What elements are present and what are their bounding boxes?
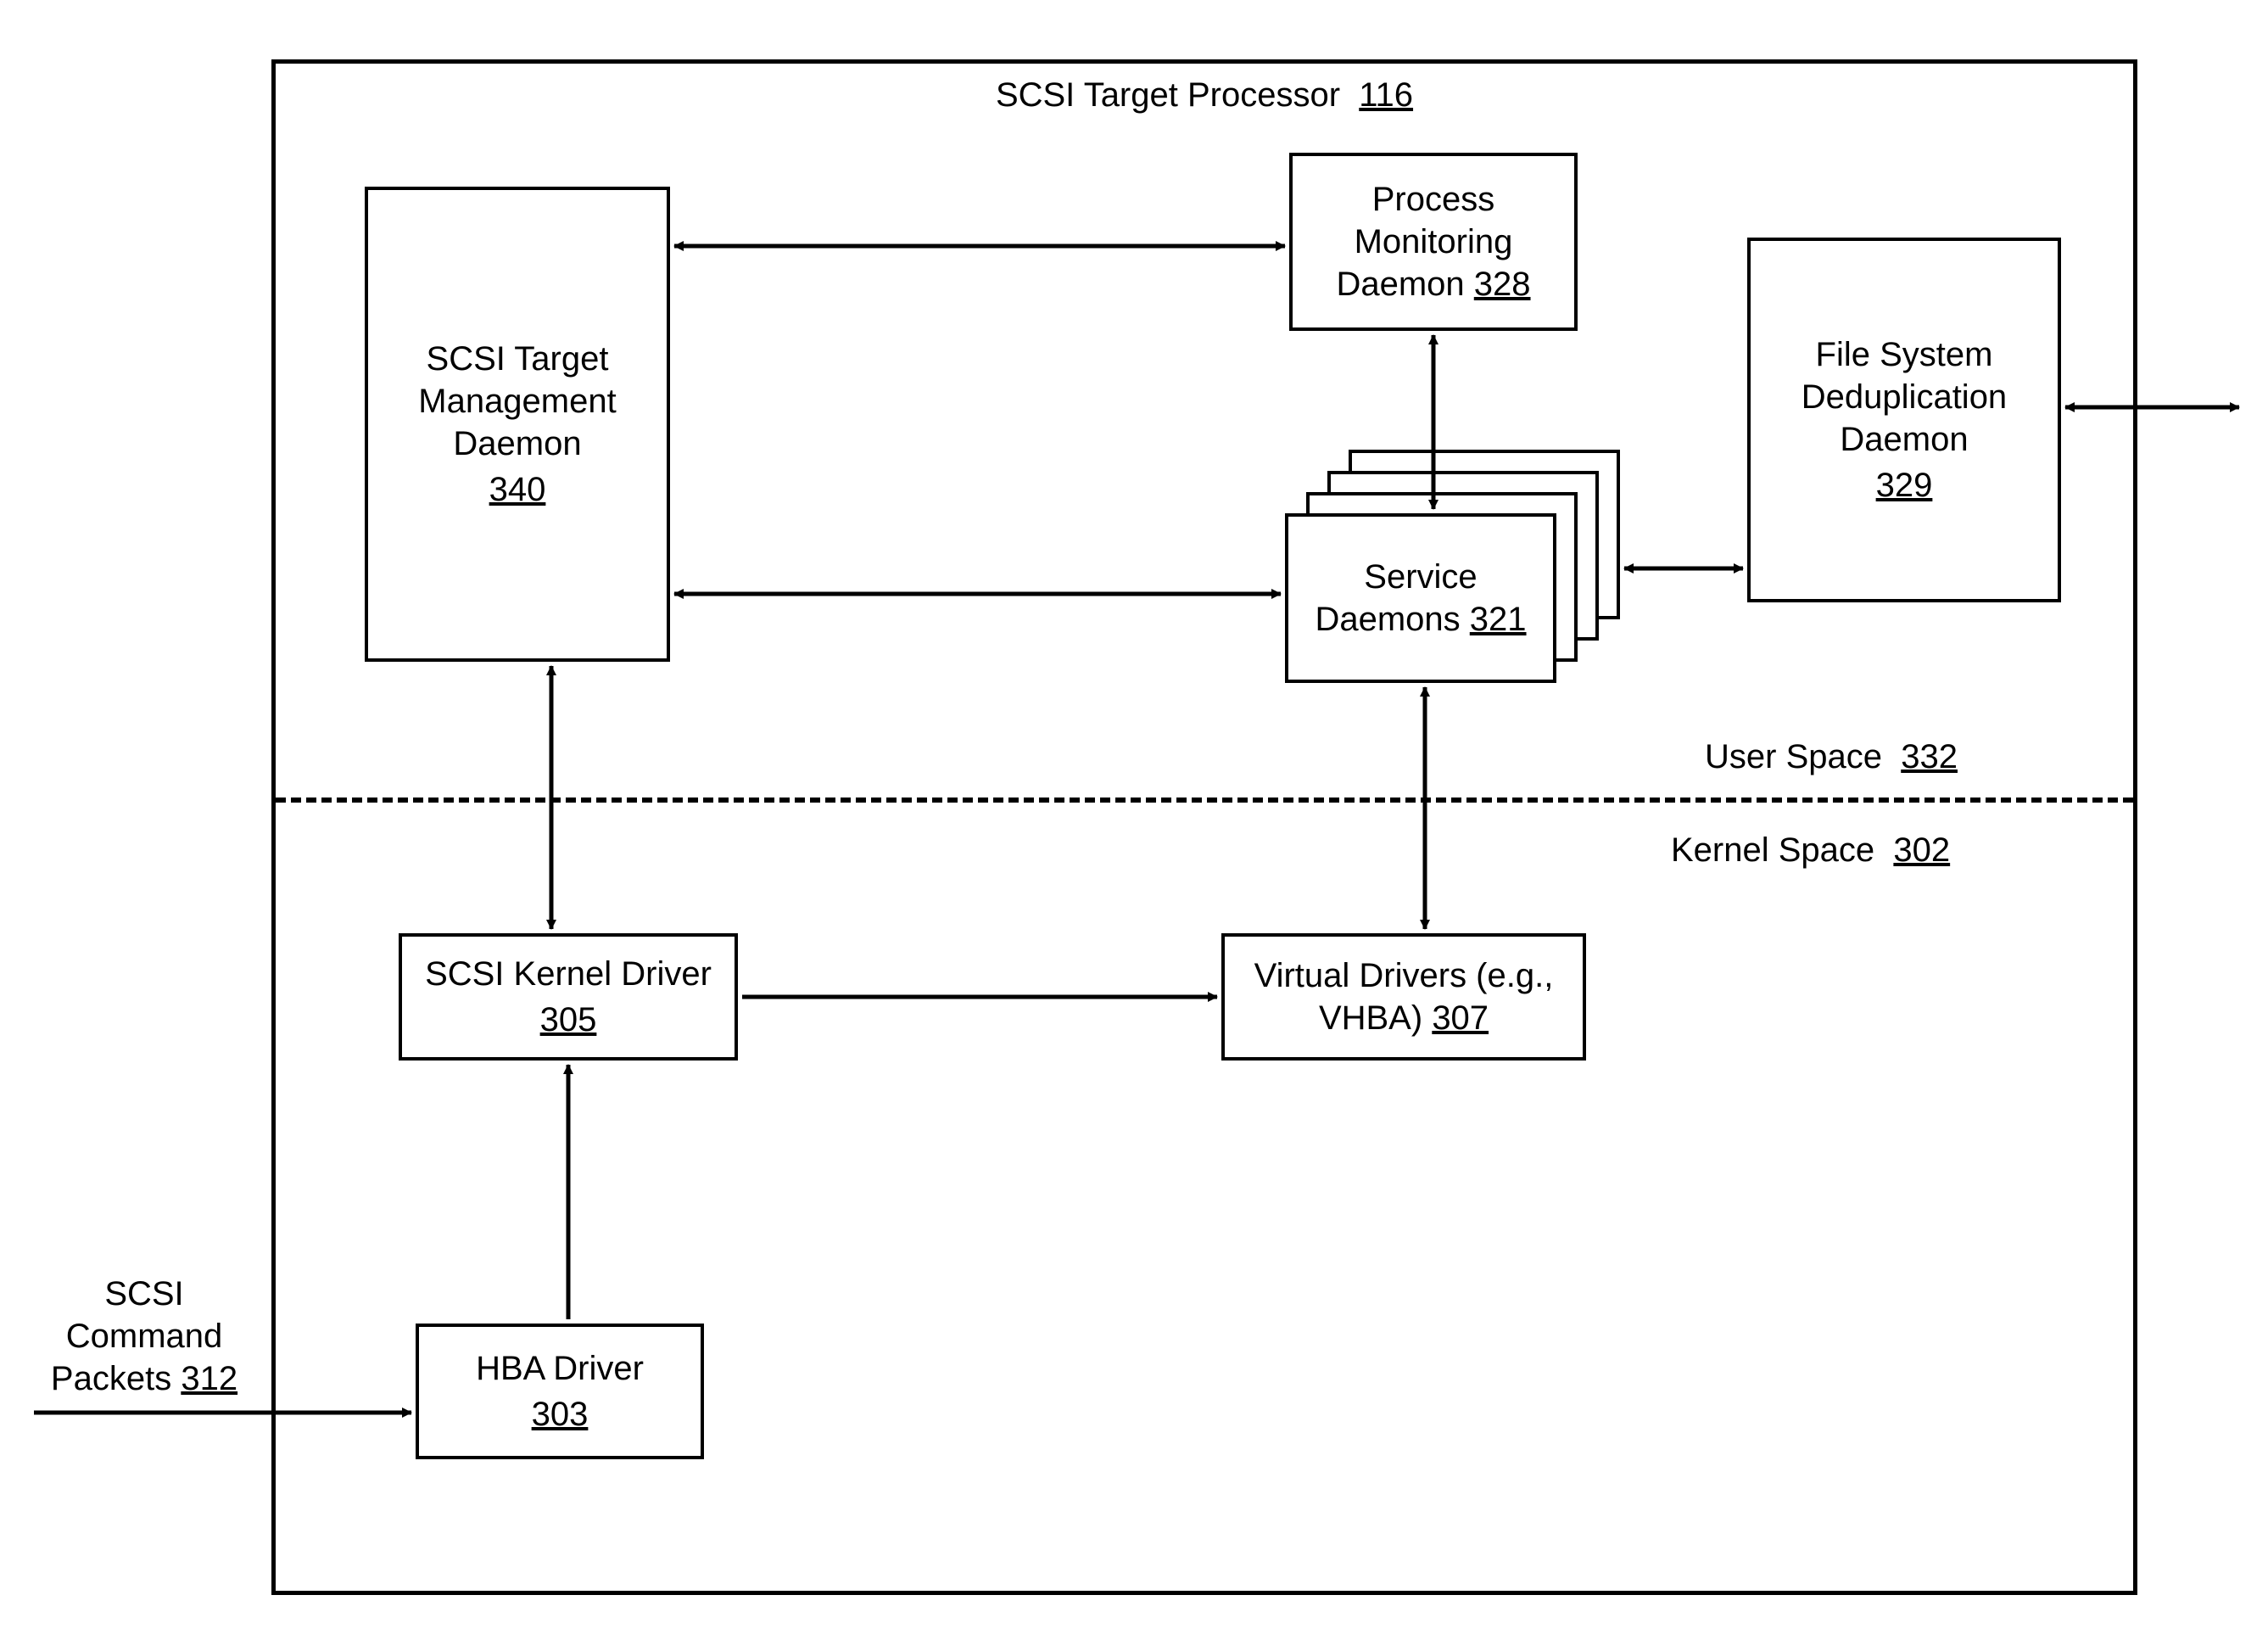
- hba-ref: 303: [532, 1393, 589, 1436]
- fsdedupe-line3: Daemon: [1840, 418, 1968, 461]
- fsdedupe-line2: Deduplication: [1802, 376, 2007, 418]
- fsdedupe-line1: File System: [1816, 333, 1993, 376]
- box-scsi-kernel: SCSI Kernel Driver 305: [399, 933, 738, 1061]
- hba-line1: HBA Driver: [476, 1347, 644, 1390]
- procmon-line1: Process: [1372, 178, 1495, 221]
- svc-line1: Service: [1364, 556, 1477, 598]
- procmon-line2: Monitoring: [1355, 221, 1513, 263]
- virt-ref: 307: [1432, 999, 1489, 1037]
- procmon-ref: 328: [1474, 266, 1531, 303]
- box-hba-driver: HBA Driver 303: [416, 1324, 704, 1459]
- user-space-text: User Space: [1705, 738, 1882, 775]
- frame-title-ref: 116: [1359, 76, 1413, 114]
- svc-line2: Daemons: [1315, 601, 1460, 638]
- scsi-packets-label: SCSI Command Packets 312: [47, 1273, 242, 1400]
- kernel-space-text: Kernel Space: [1671, 831, 1874, 869]
- box-svc-daemons: Service Daemons 321: [1285, 513, 1556, 683]
- space-separator: [276, 798, 2133, 803]
- scsi-ref: 312: [181, 1360, 237, 1397]
- kernel-space-label: Kernel Space 302: [1671, 831, 1950, 870]
- scsikernel-ref: 305: [540, 999, 597, 1041]
- box-fs-dedupe: File System Deduplication Daemon 329: [1747, 238, 2061, 602]
- box-mgmt-daemon: SCSI Target Management Daemon 340: [365, 187, 670, 662]
- box-proc-mon: Process Monitoring Daemon 328: [1289, 153, 1578, 331]
- user-space-ref: 332: [1901, 738, 1958, 775]
- frame-title-text: SCSI Target Processor: [996, 76, 1340, 114]
- scsi-line1: SCSI: [104, 1275, 183, 1312]
- procmon-line3: Daemon: [1336, 266, 1464, 303]
- box-virt-drivers: Virtual Drivers (e.g., VHBA) 307: [1221, 933, 1586, 1061]
- diagram-canvas: SCSI Target Processor 116 User Space 332…: [0, 0, 2268, 1651]
- mgmt-line2: Management: [418, 380, 616, 423]
- mgmt-ref: 340: [489, 468, 546, 511]
- virt-line2: VHBA): [1319, 999, 1422, 1037]
- scsikernel-line1: SCSI Kernel Driver: [425, 953, 712, 995]
- svc-ref: 321: [1470, 601, 1527, 638]
- mgmt-line3: Daemon: [453, 423, 581, 465]
- frame-title: SCSI Target Processor 116: [950, 76, 1459, 115]
- mgmt-line1: SCSI Target: [427, 338, 609, 380]
- kernel-space-ref: 302: [1893, 831, 1950, 869]
- scsi-line3: Packets: [51, 1360, 171, 1397]
- user-space-label: User Space 332: [1705, 738, 1958, 776]
- virt-line1: Virtual Drivers (e.g.,: [1254, 954, 1554, 997]
- scsi-line2: Command: [66, 1318, 223, 1355]
- fsdedupe-ref: 329: [1876, 464, 1933, 506]
